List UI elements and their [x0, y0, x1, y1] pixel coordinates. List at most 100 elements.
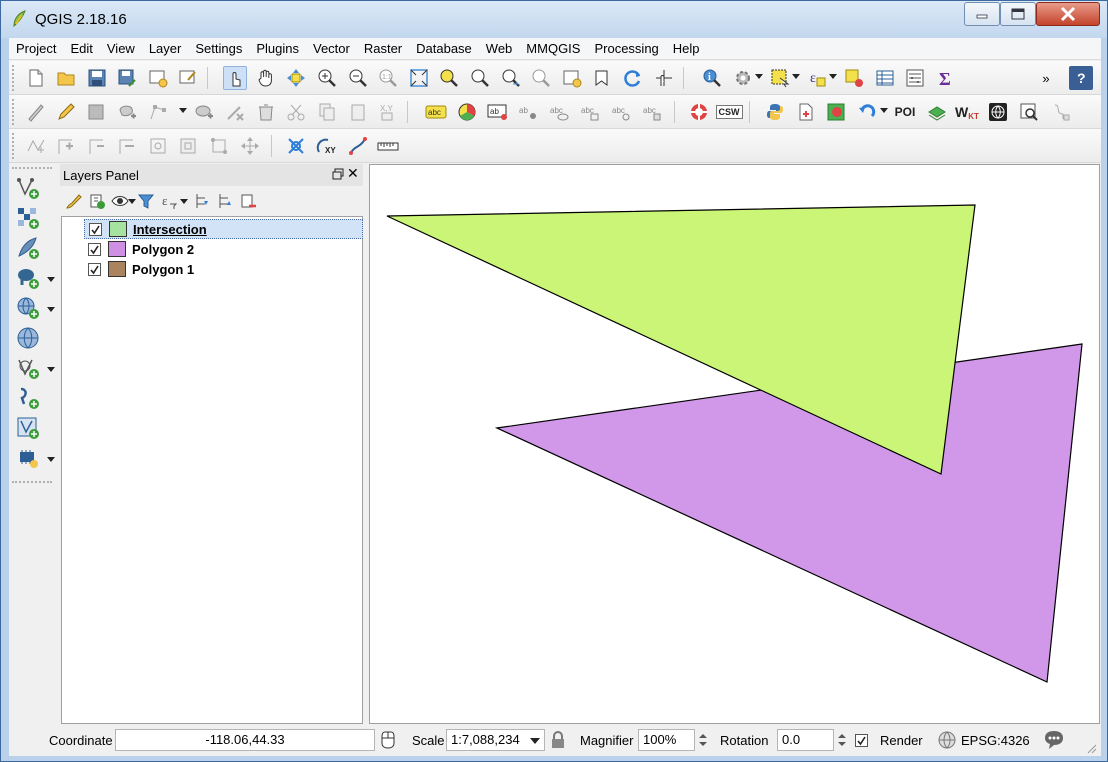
- quick-map-services-button[interactable]: [925, 100, 949, 124]
- menu-plugins[interactable]: Plugins: [249, 38, 306, 60]
- open-styling-button[interactable]: [64, 191, 84, 211]
- gps-tools-button[interactable]: [687, 100, 711, 124]
- simplify-feature-button[interactable]: [24, 134, 48, 158]
- zoom-actual-size-button[interactable]: 1:1: [376, 66, 400, 90]
- toolbar-overflow-button[interactable]: »: [1034, 66, 1058, 90]
- coordinate-field[interactable]: -118.06,44.33: [115, 729, 375, 751]
- field-calculator-button[interactable]: [903, 66, 927, 90]
- menu-processing[interactable]: Processing: [587, 38, 665, 60]
- run-feature-action-button[interactable]: [731, 66, 755, 90]
- add-virtual-layer-button[interactable]: [15, 415, 41, 441]
- add-spatialite-layer-button[interactable]: [15, 235, 41, 261]
- select-features-button[interactable]: [768, 66, 792, 90]
- network-tool-button[interactable]: [1049, 100, 1073, 124]
- change-label-button[interactable]: abc: [610, 100, 634, 124]
- statistical-summary-button[interactable]: Σ: [934, 66, 958, 90]
- pan-map-button[interactable]: [254, 66, 278, 90]
- offset-curve-button[interactable]: [115, 134, 139, 158]
- maximize-button[interactable]: [1000, 2, 1036, 26]
- new-project-button[interactable]: [24, 66, 48, 90]
- save-project-button[interactable]: [85, 66, 109, 90]
- paste-features-button[interactable]: [346, 100, 370, 124]
- chevron-down-icon[interactable]: [180, 199, 188, 204]
- toolbar-grip[interactable]: [12, 167, 52, 170]
- remove-layer-button[interactable]: [238, 191, 258, 211]
- add-wfs-layer-button[interactable]: [15, 325, 41, 351]
- search-layers-button[interactable]: [1017, 100, 1041, 124]
- rotate-label-button[interactable]: abc: [579, 100, 603, 124]
- map-features[interactable]: [370, 165, 1099, 723]
- map-bookmark-button[interactable]: [591, 66, 615, 90]
- layer-item-polygon-1[interactable]: Polygon 1: [84, 259, 363, 279]
- python-console-button[interactable]: [763, 100, 787, 124]
- add-document-button[interactable]: [794, 100, 818, 124]
- clip-plugin-button[interactable]: [824, 100, 848, 124]
- manage-visibility-button[interactable]: [110, 191, 130, 211]
- csw-button[interactable]: CSW: [715, 100, 743, 124]
- chevron-down-icon[interactable]: [755, 74, 763, 79]
- close-window-button[interactable]: [1036, 2, 1100, 26]
- lock-scale-button[interactable]: [549, 730, 567, 750]
- resize-grip[interactable]: [1085, 742, 1097, 754]
- toolbar-grip[interactable]: [12, 65, 16, 91]
- new-map-view-button[interactable]: [560, 66, 584, 90]
- chevron-down-icon[interactable]: [47, 307, 55, 312]
- wkt-button[interactable]: W KT: [955, 100, 979, 124]
- rotation-field[interactable]: 0.0: [777, 729, 834, 751]
- minimize-button[interactable]: [964, 2, 1000, 26]
- zoom-last-button[interactable]: [499, 66, 523, 90]
- measure-button[interactable]: [376, 134, 400, 158]
- add-vector-layer-button[interactable]: [15, 175, 41, 201]
- layer-item-intersection[interactable]: Intersection: [84, 219, 363, 239]
- coordinate-capture-button[interactable]: [284, 134, 308, 158]
- toolbar-grip[interactable]: [12, 133, 16, 159]
- filter-legend-button[interactable]: [136, 191, 156, 211]
- render-checkbox[interactable]: [855, 734, 868, 747]
- zoom-full-button[interactable]: [407, 66, 431, 90]
- add-delimited-text-button[interactable]: [15, 385, 41, 411]
- menu-database[interactable]: Database: [409, 38, 479, 60]
- reshape-features-button[interactable]: [146, 134, 170, 158]
- save-layer-edits-button[interactable]: [85, 100, 109, 124]
- identify-features-button[interactable]: i: [700, 66, 724, 90]
- chevron-down-icon[interactable]: [128, 199, 136, 204]
- add-line-button[interactable]: [346, 134, 370, 158]
- collapse-all-button[interactable]: [215, 191, 235, 211]
- zoom-to-selection-button[interactable]: [437, 66, 461, 90]
- add-xy-point-button[interactable]: XY: [315, 134, 339, 158]
- openlayers-button[interactable]: [986, 100, 1010, 124]
- deselect-all-button[interactable]: [842, 66, 866, 90]
- map-canvas[interactable]: [369, 164, 1100, 724]
- menu-view[interactable]: View: [100, 38, 142, 60]
- rotate-feature-button[interactable]: [207, 134, 231, 158]
- toggle-extents-button[interactable]: [378, 730, 398, 750]
- add-group-button[interactable]: [87, 191, 107, 211]
- label-properties-button[interactable]: abc: [641, 100, 665, 124]
- menu-layer[interactable]: Layer: [142, 38, 189, 60]
- cut-features-button[interactable]: [284, 100, 308, 124]
- crs-label[interactable]: EPSG:4326: [961, 733, 1030, 748]
- touch-zoom-button[interactable]: [652, 66, 676, 90]
- delete-selected-button[interactable]: [254, 100, 278, 124]
- magnifier-field[interactable]: 100%: [638, 729, 695, 751]
- undo-plugin-button[interactable]: [855, 100, 879, 124]
- help-button[interactable]: ?: [1069, 66, 1093, 90]
- menu-project[interactable]: Project: [9, 38, 63, 60]
- menu-mmqgis[interactable]: MMQGIS: [519, 38, 587, 60]
- new-shapefile-layer-button[interactable]: [15, 355, 41, 381]
- rotation-spinner[interactable]: [835, 729, 848, 751]
- add-mesh-layer-button[interactable]: [15, 445, 41, 471]
- add-postgis-layer-button[interactable]: [15, 265, 41, 291]
- add-raster-layer-button[interactable]: [15, 205, 41, 231]
- poi-button[interactable]: POI: [893, 100, 917, 124]
- layer-diagram-button[interactable]: [455, 100, 479, 124]
- magnifier-spinner[interactable]: [696, 729, 709, 751]
- touch-pan-button[interactable]: [223, 66, 247, 90]
- chevron-down-icon[interactable]: [47, 367, 55, 372]
- save-as-button[interactable]: [115, 66, 139, 90]
- pin-labels-button[interactable]: ab: [486, 100, 510, 124]
- messages-button[interactable]: [1043, 729, 1065, 751]
- toolbar-grip[interactable]: [12, 481, 52, 484]
- scale-combo[interactable]: 1:7,088,234: [446, 729, 545, 751]
- close-panel-button[interactable]: ✕: [347, 166, 359, 180]
